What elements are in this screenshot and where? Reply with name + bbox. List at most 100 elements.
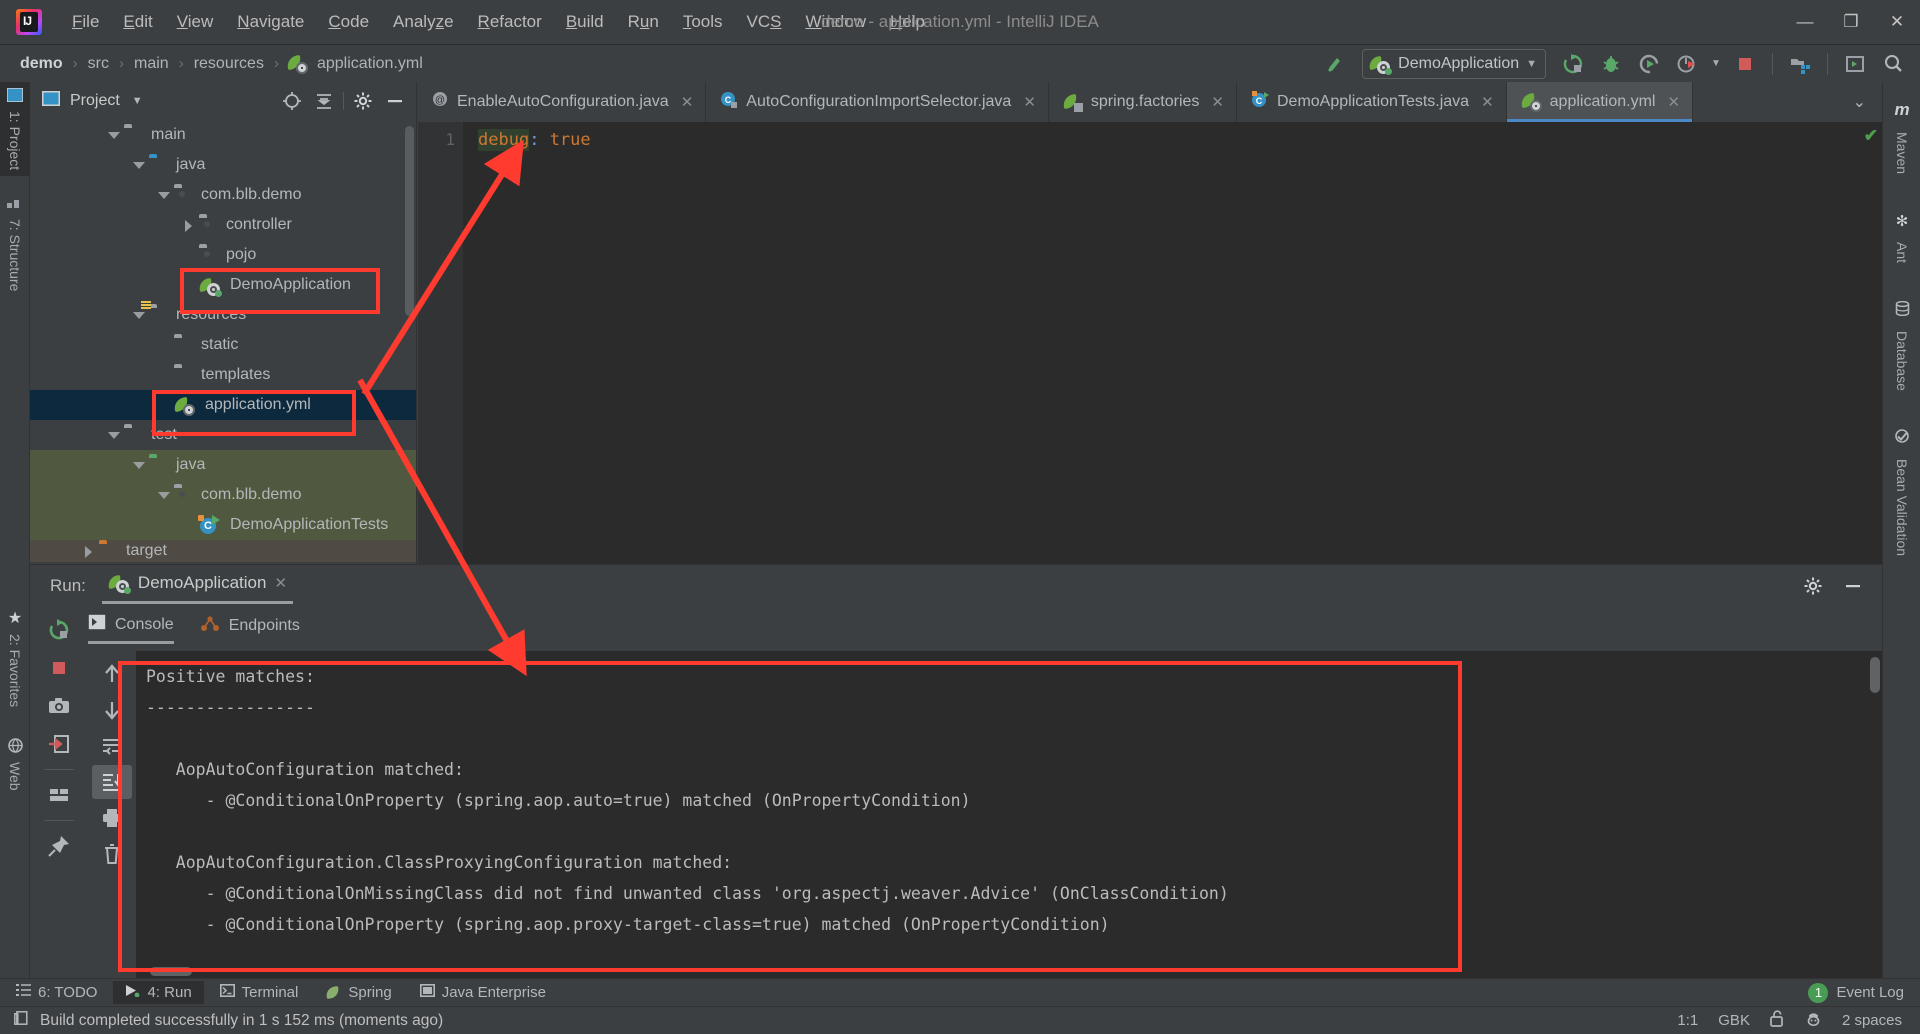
stop-icon[interactable]	[1728, 49, 1762, 79]
sidebar-item-maven[interactable]: m Maven	[1883, 92, 1920, 182]
soft-wrap-icon[interactable]	[92, 729, 132, 763]
hide-panel-icon[interactable]	[380, 87, 410, 115]
stop-icon[interactable]	[39, 651, 79, 685]
breadcrumb-resources[interactable]: resources	[190, 53, 268, 75]
tab-autoconfigurationimportselector[interactable]: C AutoConfigurationImportSelector.java ✕	[706, 82, 1049, 122]
close-icon[interactable]: ✕	[1211, 93, 1224, 111]
close-button[interactable]: ✕	[1874, 0, 1920, 44]
pin-icon[interactable]	[39, 829, 79, 863]
maximize-button[interactable]: ❐	[1828, 0, 1874, 44]
file-encoding[interactable]: GBK	[1718, 1012, 1750, 1029]
menu-run[interactable]: Run	[616, 6, 671, 38]
menu-refactor[interactable]: Refactor	[466, 6, 554, 38]
menu-vcs[interactable]: VCS	[735, 6, 794, 38]
expand-arrow-icon[interactable]	[156, 488, 170, 502]
clear-all-icon[interactable]	[92, 837, 132, 871]
code-content[interactable]: debug: true	[478, 129, 591, 151]
breadcrumb-demo[interactable]: demo	[16, 53, 67, 75]
new-window-icon[interactable]	[1838, 49, 1872, 79]
run-configuration-tab[interactable]: DemoApplication ✕	[101, 569, 294, 604]
bottom-tab-spring[interactable]: Spring	[314, 981, 403, 1004]
tree-row-controller[interactable]: controller	[30, 210, 416, 240]
profiler-icon[interactable]	[1670, 49, 1704, 79]
collapse-all-icon[interactable]	[309, 87, 339, 115]
expand-arrow-icon[interactable]	[106, 428, 120, 442]
expand-arrow-icon[interactable]	[131, 308, 145, 322]
project-structure-icon[interactable]	[1783, 49, 1817, 79]
settings-gear-icon[interactable]	[1798, 572, 1828, 600]
settings-gear-icon[interactable]	[348, 87, 378, 115]
code-editor[interactable]: 1 debug: true ✔	[418, 122, 1882, 564]
inspection-status-icon[interactable]: ✔	[1864, 126, 1878, 146]
expand-arrow-icon[interactable]	[81, 544, 95, 558]
close-icon[interactable]: ✕	[1667, 93, 1680, 111]
tree-row-test-package[interactable]: com.blb.demo	[30, 480, 416, 510]
close-icon[interactable]: ✕	[681, 93, 694, 111]
bottom-tab-run[interactable]: 4: Run	[113, 981, 204, 1004]
tree-row-target[interactable]: target	[30, 540, 416, 562]
sidebar-item-project[interactable]: 1: Project	[0, 82, 30, 177]
menu-tools[interactable]: Tools	[671, 6, 735, 38]
chevron-down-icon[interactable]: ▼	[1526, 58, 1537, 70]
tab-endpoints[interactable]: Endpoints	[200, 615, 300, 643]
tree-row-application-yml[interactable]: application.yml	[30, 390, 416, 420]
event-log-label[interactable]: Event Log	[1836, 984, 1904, 1001]
tree-row-java[interactable]: java	[30, 150, 416, 180]
bottom-tab-terminal[interactable]: Terminal	[208, 981, 311, 1004]
console-scrollbar-horizontal[interactable]	[150, 967, 192, 976]
breadcrumb-application-yml[interactable]: application.yml	[313, 53, 427, 75]
expand-arrow-icon[interactable]	[181, 218, 195, 232]
unlocked-padlock-icon[interactable]	[1770, 1010, 1785, 1031]
tree-row-com-blb-demo[interactable]: com.blb.demo	[30, 180, 416, 210]
tab-enableautoconfiguration[interactable]: @ EnableAutoConfiguration.java ✕	[418, 82, 707, 122]
menu-code[interactable]: Code	[316, 6, 381, 38]
expand-arrow-icon[interactable]	[131, 458, 145, 472]
chevron-down-icon[interactable]: ▼	[132, 95, 143, 107]
scroll-to-end-icon[interactable]	[92, 765, 132, 799]
tree-row-demoapplicationtests[interactable]: C DemoApplicationTests	[30, 510, 416, 540]
caret-position[interactable]: 1:1	[1677, 1012, 1698, 1029]
tree-row-test-java[interactable]: java	[30, 450, 416, 480]
tree-row-test[interactable]: test	[30, 420, 416, 450]
indent-setting[interactable]: 2 spaces	[1842, 1012, 1902, 1029]
tree-row-templates[interactable]: templates	[30, 360, 416, 390]
scroll-down-icon[interactable]	[92, 693, 132, 727]
expand-arrow-icon[interactable]	[156, 188, 170, 202]
tree-row-pojo[interactable]: pojo	[30, 240, 416, 270]
breadcrumb-src[interactable]: src	[84, 53, 113, 75]
search-everywhere-icon[interactable]	[1876, 49, 1910, 79]
layout-icon[interactable]	[39, 778, 79, 812]
inspector-hat-icon[interactable]	[1805, 1010, 1822, 1031]
run-configuration-selector[interactable]: DemoApplication ▼	[1362, 48, 1546, 79]
tree-row-resources[interactable]: resources	[30, 300, 416, 330]
hide-panel-icon[interactable]	[1838, 572, 1868, 600]
rerun-icon[interactable]	[1556, 49, 1590, 79]
export-icon[interactable]	[39, 727, 79, 761]
sidebar-item-favorites[interactable]: ★ 2: Favorites	[0, 602, 30, 713]
locate-icon[interactable]	[277, 87, 307, 115]
menu-file[interactable]: File	[60, 6, 111, 38]
expand-arrow-icon[interactable]	[131, 158, 145, 172]
menu-window[interactable]: Window	[794, 6, 878, 38]
tree-row-main[interactable]: main	[30, 120, 416, 150]
scroll-up-icon[interactable]	[92, 657, 132, 691]
sidebar-item-database[interactable]: Database	[1883, 293, 1920, 399]
console-output[interactable]: Positive matches: ----------------- AopA…	[136, 651, 1882, 978]
tree-row-static[interactable]: static	[30, 330, 416, 360]
breadcrumb-main[interactable]: main	[130, 53, 173, 75]
close-icon[interactable]: ✕	[1481, 93, 1494, 111]
tree-row-demoapplication[interactable]: DemoApplication	[30, 270, 416, 300]
menu-view[interactable]: View	[165, 6, 226, 38]
debug-bug-icon[interactable]	[1594, 49, 1628, 79]
tab-application-yml[interactable]: application.yml ✕	[1506, 82, 1694, 122]
close-icon[interactable]: ✕	[274, 574, 287, 592]
expand-arrow-icon[interactable]	[106, 128, 120, 142]
tab-console[interactable]: Console	[88, 614, 174, 644]
tab-spring-factories[interactable]: spring.factories ✕	[1049, 82, 1237, 122]
project-tree[interactable]: main java com.blb.demo controller pojo D…	[30, 120, 416, 564]
close-icon[interactable]: ✕	[1023, 93, 1036, 111]
menu-edit[interactable]: Edit	[111, 6, 164, 38]
menu-help[interactable]: Help	[878, 6, 937, 38]
screenshot-camera-icon[interactable]	[39, 689, 79, 723]
minimize-button[interactable]: —	[1782, 0, 1828, 44]
